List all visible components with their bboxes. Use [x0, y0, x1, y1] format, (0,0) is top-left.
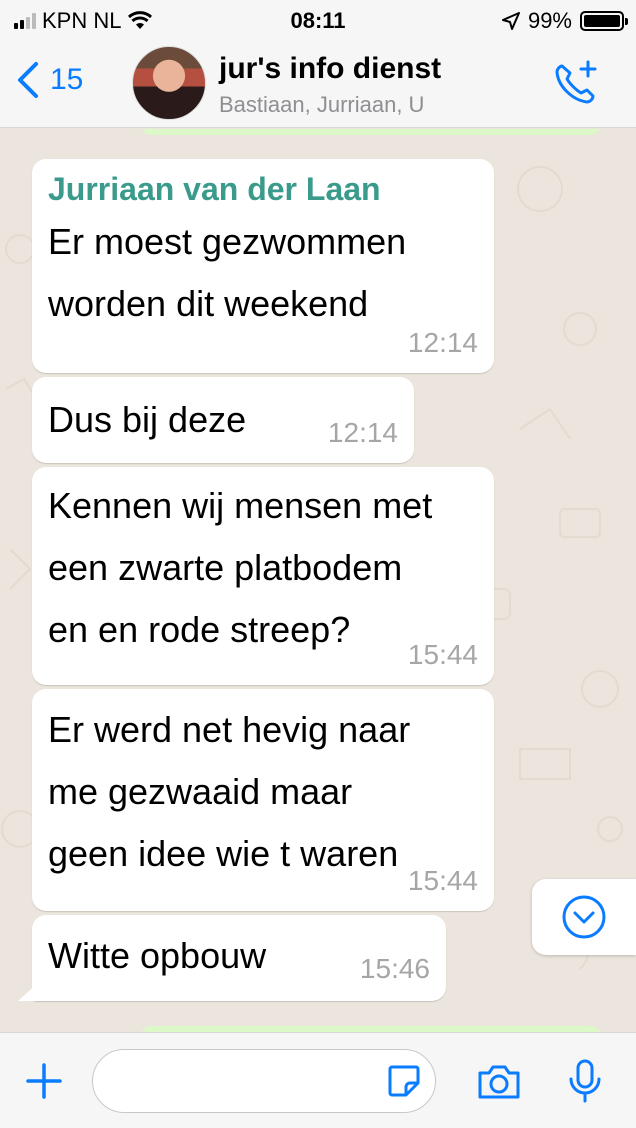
- message-line: Witte opbouw: [48, 935, 267, 976]
- chat-area[interactable]: Jurriaan van der Laan Er moest gezwommen…: [0, 129, 636, 1032]
- sticker-icon: [388, 1065, 420, 1097]
- status-bar: KPN NL 08:11 99%: [0, 0, 636, 40]
- message-line: Kennen wij mensen met: [48, 485, 433, 526]
- message-time: 15:44: [407, 865, 478, 896]
- chevron-down-icon: [562, 895, 606, 939]
- location-arrow-icon: [501, 12, 520, 30]
- scroll-to-bottom-button[interactable]: [532, 879, 636, 955]
- unread-count: 15: [50, 63, 84, 96]
- message-input-bar: [0, 1032, 636, 1128]
- back-chevron-icon: [18, 62, 38, 98]
- back-button[interactable]: 15: [14, 60, 83, 100]
- message-text: Er werd net hevig naar me gezwaaid maar …: [48, 699, 410, 885]
- message-bubble[interactable]: Kennen wij mensen met een zwarte platbod…: [32, 467, 494, 685]
- plus-icon: [26, 1063, 62, 1099]
- cellular-signal-icon: [14, 13, 36, 29]
- message-line: een zwarte platbodem: [48, 547, 403, 588]
- attach-button[interactable]: [26, 1063, 62, 1104]
- battery-icon: [580, 11, 628, 31]
- camera-button[interactable]: [476, 1063, 522, 1106]
- message-line: geen idee wie t waren: [48, 833, 399, 874]
- status-right: 99%: [501, 8, 628, 34]
- message-line: worden dit weekend: [48, 283, 369, 324]
- sender-name[interactable]: Jurriaan van der Laan: [48, 171, 381, 208]
- message-bubble[interactable]: Witte opbouw 15:46: [32, 915, 446, 1001]
- group-avatar[interactable]: [132, 46, 206, 120]
- message-time: 15:44: [407, 639, 478, 670]
- message-text: Witte opbouw: [48, 925, 266, 987]
- battery-level: [584, 15, 620, 27]
- add-call-icon: [555, 60, 597, 104]
- battery-percentage: 99%: [527, 8, 572, 33]
- message-text: Kennen wij mensen met een zwarte platbod…: [48, 475, 432, 661]
- sticker-button[interactable]: [386, 1063, 422, 1104]
- outgoing-message-peek: [140, 129, 602, 135]
- chat-title[interactable]: jur's info dienst: [219, 52, 441, 86]
- carrier-name: KPN NL: [42, 8, 122, 33]
- microphone-icon: [569, 1059, 601, 1103]
- message-bubble[interactable]: Er werd net hevig naar me gezwaaid maar …: [32, 689, 494, 911]
- status-left: KPN NL: [14, 8, 153, 34]
- message-input[interactable]: [92, 1049, 436, 1113]
- message-bubble[interactable]: Dus bij deze 12:14: [32, 377, 414, 463]
- message-line: Er moest gezwommen: [48, 221, 407, 262]
- message-time: 12:14: [407, 327, 478, 358]
- message-time: 12:14: [327, 417, 398, 448]
- wifi-icon: [128, 11, 153, 29]
- message-time: 15:46: [359, 953, 430, 984]
- message-bubble[interactable]: Jurriaan van der Laan Er moest gezwommen…: [32, 159, 494, 373]
- message-line: Er werd net hevig naar: [48, 709, 411, 750]
- add-call-button[interactable]: [552, 58, 602, 113]
- chat-header: 15 jur's info dienst Bastiaan, Jurriaan,…: [0, 40, 636, 128]
- message-text: Dus bij deze: [48, 389, 246, 451]
- message-text: Er moest gezwommen worden dit weekend: [48, 211, 406, 335]
- voice-message-button[interactable]: [568, 1059, 602, 1108]
- camera-icon: [478, 1065, 520, 1099]
- chat-participants[interactable]: Bastiaan, Jurriaan, U: [219, 92, 424, 118]
- message-line: en en rode streep?: [48, 609, 351, 650]
- message-line: me gezwaaid maar: [48, 771, 353, 812]
- message-line: Dus bij deze: [48, 399, 247, 440]
